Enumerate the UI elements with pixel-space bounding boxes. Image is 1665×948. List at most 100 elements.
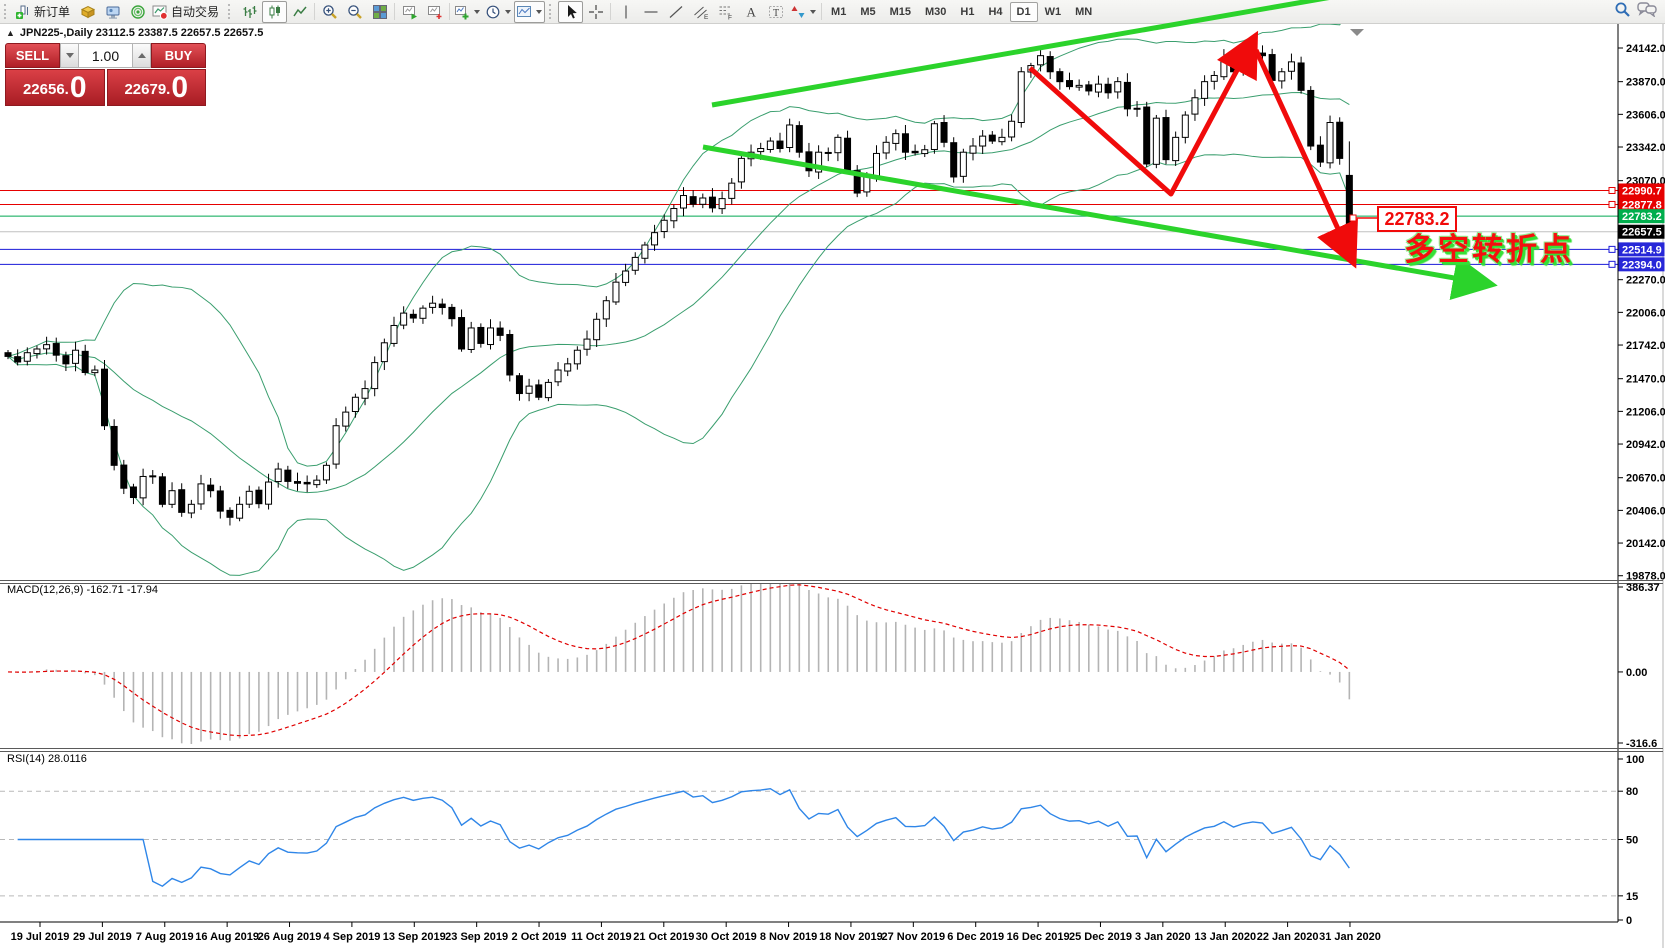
tab-timeframe-D1[interactable]: D1: [1010, 2, 1038, 22]
line-chart-button[interactable]: [287, 1, 312, 23]
candlestick-chart-button[interactable]: [262, 1, 287, 23]
svg-text:20406.0: 20406.0: [1626, 505, 1665, 517]
buy-price-main: 22679.: [124, 77, 170, 103]
tab-timeframe-M15[interactable]: M15: [883, 2, 918, 22]
chart-shift-button[interactable]: [422, 1, 447, 23]
turning-point-annotation[interactable]: 多空转折点: [1404, 224, 1574, 269]
volume-decrease-button[interactable]: [60, 43, 79, 68]
volume-input[interactable]: 1.00: [79, 43, 132, 68]
svg-text:19878.0: 19878.0: [1626, 571, 1665, 583]
indicators-button[interactable]: [452, 1, 483, 23]
vertical-line-icon: [618, 4, 634, 20]
buy-button[interactable]: BUY: [151, 43, 206, 68]
panel-collapse-icon[interactable]: ▲: [6, 28, 15, 38]
svg-text:386.37: 386.37: [1626, 582, 1660, 594]
tab-timeframe-M1[interactable]: M1: [824, 2, 853, 22]
channel-tool-button[interactable]: E: [688, 1, 713, 23]
svg-text:20142.0: 20142.0: [1626, 538, 1665, 550]
arrows-tool-button[interactable]: [788, 1, 819, 23]
svg-text:A: A: [746, 4, 756, 19]
bollinger-bands: [8, 23, 1349, 575]
cursor-tool-button[interactable]: [558, 1, 583, 23]
sell-price-display[interactable]: 22656.0: [5, 69, 105, 106]
svg-text:0: 0: [1626, 915, 1632, 927]
chart-title: ▲ JPN225-,Daily 23112.5 23387.5 22657.5 …: [6, 27, 263, 39]
red-zigzag-up-arrow[interactable]: [1030, 44, 1251, 194]
candlestick-series: [5, 45, 1352, 525]
volume-increase-button[interactable]: [132, 43, 151, 68]
tab-timeframe-MN[interactable]: MN: [1068, 2, 1099, 22]
tab-timeframe-M30[interactable]: M30: [918, 2, 953, 22]
toolbar-grip: [228, 4, 234, 19]
price-axis[interactable]: 24142.023870.023606.023342.023070.022270…: [1618, 23, 1665, 948]
svg-text:22394.0: 22394.0: [1622, 259, 1662, 271]
zoom-out-button[interactable]: [342, 1, 367, 23]
drawing-objects-layer: [0, 0, 1665, 948]
toolbar-separator: [314, 3, 315, 20]
chart-forward-button[interactable]: [397, 1, 422, 23]
new-order-button[interactable]: 新订单: [13, 1, 75, 23]
bar-chart-button[interactable]: [237, 1, 262, 23]
remote-terminal-button[interactable]: [100, 1, 125, 23]
text-tool-button[interactable]: A: [738, 1, 763, 23]
fibonacci-tool-button[interactable]: F: [713, 1, 738, 23]
equidistant-channel-icon: E: [693, 4, 709, 20]
buy-price-display[interactable]: 22679.0: [107, 69, 207, 106]
tab-timeframe-H4[interactable]: H4: [981, 2, 1009, 22]
callout-anchor-handle[interactable]: [1350, 215, 1356, 221]
cursor-icon: [563, 4, 579, 20]
sell-button[interactable]: SELL: [5, 43, 60, 68]
zoom-in-button[interactable]: [317, 1, 342, 23]
chart-canvas[interactable]: 24142.023870.023606.023342.023070.022270…: [0, 23, 1665, 948]
svg-text:21742.0: 21742.0: [1626, 340, 1665, 352]
svg-text:21206.0: 21206.0: [1626, 406, 1665, 418]
tab-timeframe-W1[interactable]: W1: [1038, 2, 1069, 22]
tab-timeframe-M5[interactable]: M5: [853, 2, 882, 22]
tab-timeframe-H1[interactable]: H1: [953, 2, 981, 22]
templates-button[interactable]: [514, 1, 545, 23]
trendline-tool-button[interactable]: [663, 1, 688, 23]
falling-trendline-arrow[interactable]: [703, 147, 1483, 283]
gold-package-button[interactable]: [75, 1, 100, 23]
svg-text:T: T: [773, 8, 779, 19]
svg-text:23342.0: 23342.0: [1626, 142, 1665, 154]
svg-text:22514.9: 22514.9: [1622, 244, 1662, 256]
svg-text:7 Aug 2019: 7 Aug 2019: [136, 931, 194, 943]
horizontal-price-lines[interactable]: [0, 187, 1618, 267]
auto-trading-button[interactable]: 自动交易: [150, 1, 224, 23]
svg-text:23 Sep 2019: 23 Sep 2019: [445, 931, 508, 943]
crosshair-icon: [588, 4, 604, 20]
periods-button[interactable]: [483, 1, 514, 23]
horizontal-line-tool-button[interactable]: [638, 1, 663, 23]
svg-text:80: 80: [1626, 786, 1638, 798]
toolbar-separator: [610, 3, 611, 20]
svg-text:22006.0: 22006.0: [1626, 307, 1665, 319]
one-click-trading-panel: SELL 1.00 BUY 22656.0 22679.0: [5, 43, 206, 106]
chart-shift-marker[interactable]: [1350, 29, 1364, 36]
svg-text:23070.0: 23070.0: [1626, 176, 1665, 188]
chart-plus-icon: [427, 4, 443, 20]
svg-text:22270.0: 22270.0: [1626, 275, 1665, 287]
svg-text:15: 15: [1626, 891, 1638, 903]
svg-text:16 Dec 2019: 16 Dec 2019: [1007, 931, 1070, 943]
search-icon[interactable]: [1614, 1, 1631, 23]
svg-text:0.00: 0.00: [1626, 667, 1647, 679]
red-zigzag-down-arrow[interactable]: [1256, 50, 1350, 255]
chart-play-icon: [402, 4, 418, 20]
svg-text:22990.7: 22990.7: [1622, 185, 1662, 197]
svg-text:21470.0: 21470.0: [1626, 374, 1665, 386]
tile-windows-button[interactable]: [367, 1, 392, 23]
svg-text:-316.6: -316.6: [1626, 738, 1657, 750]
dropdown-caret: [474, 10, 480, 14]
date-axis[interactable]: 19 Jul 201929 Jul 20197 Aug 201916 Aug 2…: [0, 922, 1618, 943]
toolbar-separator: [449, 3, 450, 20]
sell-price-pips: 0: [70, 73, 87, 103]
svg-text:8 Nov 2019: 8 Nov 2019: [760, 931, 817, 943]
candlestick-chart-icon: [267, 4, 283, 20]
crosshair-tool-button[interactable]: [583, 1, 608, 23]
svg-text:11 Oct 2019: 11 Oct 2019: [571, 931, 632, 943]
chat-icon[interactable]: [1637, 1, 1657, 22]
label-tool-button[interactable]: T: [763, 1, 788, 23]
vertical-line-tool-button[interactable]: [613, 1, 638, 23]
signal-button[interactable]: [125, 1, 150, 23]
